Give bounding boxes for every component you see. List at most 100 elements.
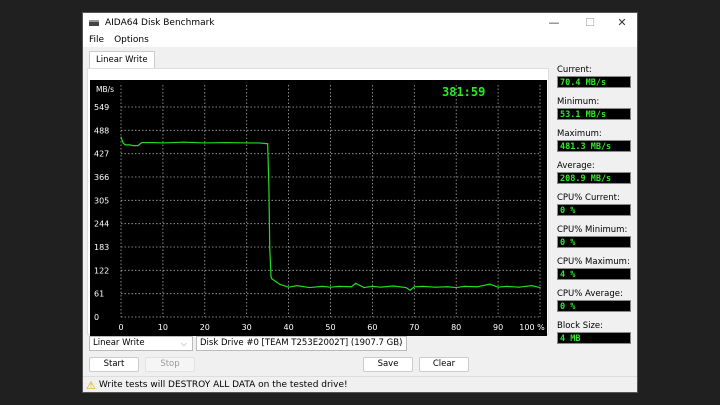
stat-value: 4 MB bbox=[557, 332, 631, 344]
stat-value: 0 % bbox=[557, 236, 631, 248]
data-point bbox=[267, 143, 269, 145]
test-type-select[interactable]: Linear Write ⌵ bbox=[89, 336, 193, 351]
data-point bbox=[288, 286, 290, 288]
data-point bbox=[258, 142, 260, 144]
stat-value: 4 % bbox=[557, 268, 631, 280]
x-tick-label: 80 bbox=[451, 323, 461, 332]
stat-value: 0 % bbox=[557, 204, 631, 216]
x-tick-label: 90 bbox=[493, 323, 503, 332]
data-point bbox=[531, 285, 533, 287]
data-point bbox=[518, 286, 520, 288]
menu-options[interactable]: Options bbox=[114, 35, 149, 45]
data-point bbox=[141, 141, 143, 144]
y-axis-label: MB/s bbox=[96, 85, 114, 94]
data-point bbox=[409, 289, 411, 291]
stat-label: CPU% Maximum: bbox=[557, 257, 630, 267]
data-point bbox=[321, 285, 323, 287]
stat-value: 208.9 MB/s bbox=[557, 172, 631, 184]
data-point bbox=[539, 286, 541, 289]
stat-label: Maximum: bbox=[557, 129, 602, 139]
data-point bbox=[162, 142, 164, 144]
window-title: AIDA64 Disk Benchmark bbox=[105, 18, 215, 28]
stop-button[interactable]: Stop bbox=[145, 357, 195, 372]
y-tick-label: 61 bbox=[94, 290, 104, 299]
stats-panel: Current: 70.4 MB/s Minimum: 53.1 MB/s Maximu… bbox=[557, 65, 637, 353]
x-tick-label: 10 bbox=[158, 323, 168, 332]
save-button[interactable]: Save bbox=[363, 357, 413, 372]
data-point bbox=[355, 282, 357, 284]
stat-label: Block Size: bbox=[557, 321, 604, 331]
menu-bar: File Options bbox=[83, 33, 637, 47]
minimize-button[interactable]: — bbox=[539, 13, 569, 33]
close-button[interactable]: ✕ bbox=[607, 13, 637, 33]
app-window: AIDA64 Disk Benchmark — ☐ ✕ File Options… bbox=[82, 12, 638, 393]
data-point bbox=[296, 285, 298, 287]
x-tick-label: 100 % bbox=[519, 323, 545, 332]
chart-area: 0 61 122 183 244 305 366 427 488 549 0 10 20 30 40 50 60… bbox=[90, 80, 547, 336]
drive-value: Disk Drive #0 [TEAM T253E2002T] (1907.7 … bbox=[200, 338, 403, 348]
data-point bbox=[505, 285, 508, 287]
chevron-down-icon: ⌵ bbox=[180, 339, 187, 348]
y-tick-label: 549 bbox=[94, 103, 109, 112]
y-tick-label: 183 bbox=[94, 243, 109, 252]
stat-label: CPU% Minimum: bbox=[557, 225, 628, 235]
stat-value: 53.1 MB/s bbox=[557, 108, 631, 120]
data-point bbox=[279, 283, 281, 286]
data-point bbox=[463, 285, 466, 287]
data-point bbox=[270, 276, 272, 278]
stat-label: Average: bbox=[557, 161, 595, 171]
data-point bbox=[476, 286, 478, 288]
menu-file[interactable]: File bbox=[89, 35, 104, 45]
y-tick-label: 244 bbox=[94, 220, 109, 229]
data-point bbox=[434, 286, 436, 288]
data-point bbox=[392, 285, 394, 287]
data-point bbox=[268, 186, 270, 188]
x-tick-label: 50 bbox=[325, 323, 335, 332]
data-point bbox=[246, 142, 248, 144]
data-point bbox=[122, 142, 124, 144]
data-point bbox=[380, 286, 382, 288]
warning-icon: ⚠ bbox=[86, 378, 96, 392]
data-point bbox=[308, 286, 311, 289]
status-bar: ⚠ Write tests will DESTROY ALL DATA on t… bbox=[83, 376, 637, 393]
x-tick-label: 30 bbox=[242, 323, 252, 332]
data-point bbox=[371, 285, 373, 287]
x-tick-label: 70 bbox=[409, 323, 419, 332]
drive-select[interactable]: Disk Drive #0 [TEAM T253E2002T] (1907.7 … bbox=[196, 336, 407, 351]
data-point bbox=[447, 286, 449, 288]
timer-readout: 381:59 bbox=[442, 85, 485, 99]
data-point bbox=[363, 286, 365, 289]
stat-value: 0 % bbox=[557, 300, 631, 312]
data-point bbox=[271, 278, 273, 280]
status-text: Write tests will DESTROY ALL DATA on the… bbox=[98, 380, 348, 390]
stat-label: Minimum: bbox=[557, 97, 600, 107]
y-tick-label: 0 bbox=[94, 313, 99, 322]
x-tick-label: 0 bbox=[118, 323, 123, 332]
chevron-down-icon: ⌵ bbox=[394, 339, 401, 348]
y-tick-label: 122 bbox=[94, 266, 109, 275]
data-point bbox=[153, 141, 156, 144]
app-icon bbox=[89, 20, 99, 26]
data-point bbox=[497, 286, 499, 288]
stat-value: 70.4 MB/s bbox=[557, 76, 631, 88]
maximize-button[interactable]: ☐ bbox=[575, 13, 605, 33]
x-tick-label: 40 bbox=[284, 323, 294, 332]
start-button[interactable]: Start bbox=[89, 357, 139, 372]
data-point bbox=[329, 286, 332, 288]
data-point bbox=[124, 144, 126, 146]
tab-linear-write[interactable]: Linear Write bbox=[89, 51, 155, 69]
data-point bbox=[489, 283, 491, 285]
x-tick-label: 20 bbox=[200, 323, 210, 332]
data-point bbox=[225, 141, 227, 144]
data-point bbox=[413, 286, 415, 288]
stat-label: CPU% Current: bbox=[557, 193, 620, 203]
data-point bbox=[455, 286, 457, 289]
stat-value: 481.3 MB/s bbox=[557, 140, 631, 152]
data-point bbox=[120, 136, 122, 138]
data-point bbox=[350, 286, 353, 288]
y-tick-label: 488 bbox=[94, 126, 109, 135]
benchmark-chart: 0 61 122 183 244 305 366 427 488 549 0 10 20 30 40 50 60… bbox=[94, 85, 545, 332]
data-point bbox=[137, 145, 139, 147]
clear-button[interactable]: Clear bbox=[419, 357, 469, 372]
data-point bbox=[275, 281, 277, 283]
